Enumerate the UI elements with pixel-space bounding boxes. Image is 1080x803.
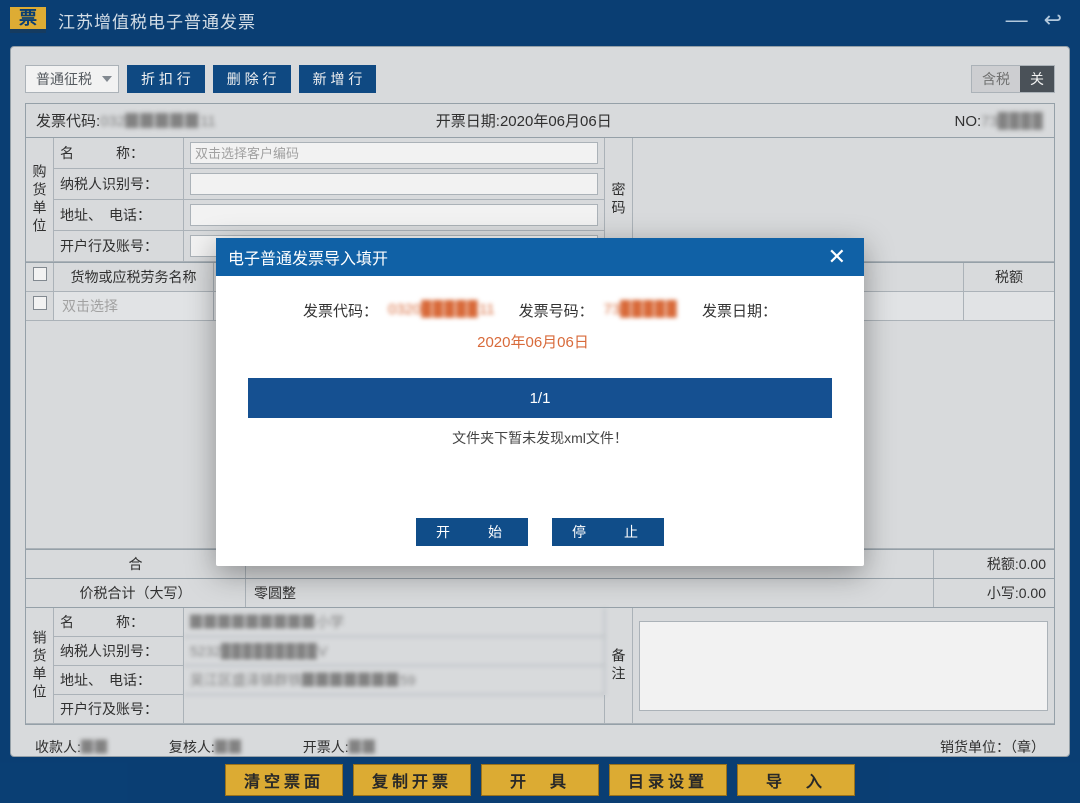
modal-header: 电子普通发票导入填开 ✕ xyxy=(216,238,864,276)
modal-message: 文件夹下暂未发现xml文件！ xyxy=(248,428,832,448)
modal-body: 发票代码： 0320▉▉▉▉▉11 发票号码： 73▉▉▉▉▉ 发票日期： 20… xyxy=(216,276,864,504)
start-button[interactable]: 开 始 xyxy=(416,518,528,546)
import-modal: 电子普通发票导入填开 ✕ 发票代码： 0320▉▉▉▉▉11 发票号码： 73▉… xyxy=(216,238,864,566)
modal-date-value: 2020年06月06日 xyxy=(477,331,589,352)
progress-bar: 1/1 xyxy=(248,378,832,418)
stop-button[interactable]: 停 止 xyxy=(552,518,664,546)
modal-code-label: 发票代码： xyxy=(303,300,378,321)
modal-date-label: 发票日期： xyxy=(702,300,777,321)
modal-num-label: 发票号码： xyxy=(519,300,594,321)
modal-code-value: 0320▉▉▉▉▉11 xyxy=(388,300,495,321)
modal-num-value: 73▉▉▉▉▉ xyxy=(604,300,678,321)
close-icon[interactable]: ✕ xyxy=(822,244,852,270)
modal-footer: 开 始 停 止 xyxy=(216,504,864,566)
modal-title: 电子普通发票导入填开 xyxy=(228,245,388,269)
